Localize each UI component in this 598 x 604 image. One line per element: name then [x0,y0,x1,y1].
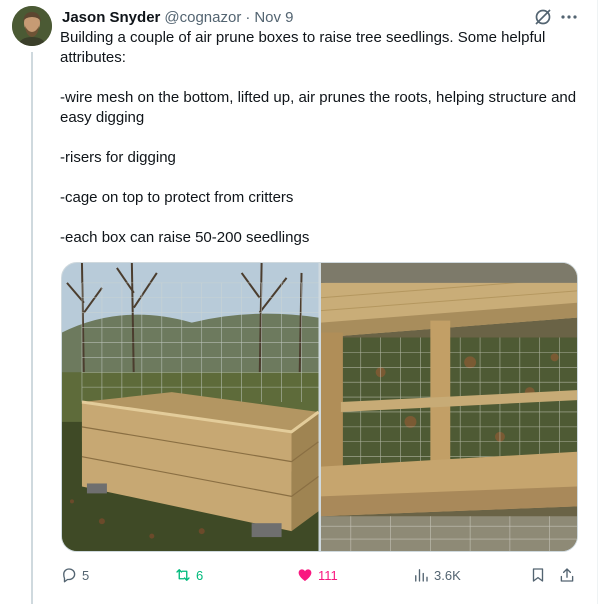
share-icon [560,568,574,582]
tweet-line: -risers for digging [60,149,176,166]
tweet-line-gap [60,208,580,228]
retweet-icon [176,569,190,581]
retweet-count: 6 [196,567,204,583]
tweet-header: Jason Snyder @cognazor · Nov 9 [62,7,294,27]
thread-line [31,52,33,604]
photo-raised-box[interactable] [62,263,319,551]
tweet-line: -each box can raise 50-200 seedlings [60,229,310,246]
separator-dot: · [245,8,251,26]
tweet-line-gap [60,68,580,88]
avatar[interactable] [12,6,52,46]
reply-icon [63,568,76,583]
tweet-line: -wire mesh on the bottom, lifted up, air… [60,89,577,126]
views-button[interactable]: 3.6K [412,563,461,587]
heart-icon [298,569,312,581]
like-button[interactable]: 111 [296,563,338,587]
reply-button[interactable]: 5 [60,563,89,587]
bookmark-icon [532,568,544,582]
views-count: 3.6K [434,567,461,583]
author-name[interactable]: Jason Snyder [62,9,160,26]
tweet-line-gap [60,168,580,188]
author-handle[interactable]: @cognazor [164,9,241,26]
reply-count: 5 [82,567,90,583]
photo-box-interior[interactable] [320,263,577,551]
grok-icon[interactable] [533,7,553,27]
views-icon [415,569,428,582]
tweet-line-gap [60,128,580,148]
bookmark-button[interactable] [529,563,551,587]
media-grid [61,262,578,552]
tweet[interactable]: Jason Snyder @cognazor · Nov 9 Building … [0,0,598,604]
tweet-date[interactable]: Nov 9 [254,9,293,26]
share-button[interactable] [558,563,580,587]
more-icon[interactable] [559,7,579,27]
retweet-button[interactable]: 6 [174,563,203,587]
like-count: 111 [318,567,338,583]
tweet-line: Building a couple of air prune boxes to … [60,29,546,66]
action-bar: 5 6 111 3.6K [60,563,580,587]
tweet-text: Building a couple of air prune boxes to … [60,28,580,248]
tweet-line: -cage on top to protect from critters [60,189,294,206]
